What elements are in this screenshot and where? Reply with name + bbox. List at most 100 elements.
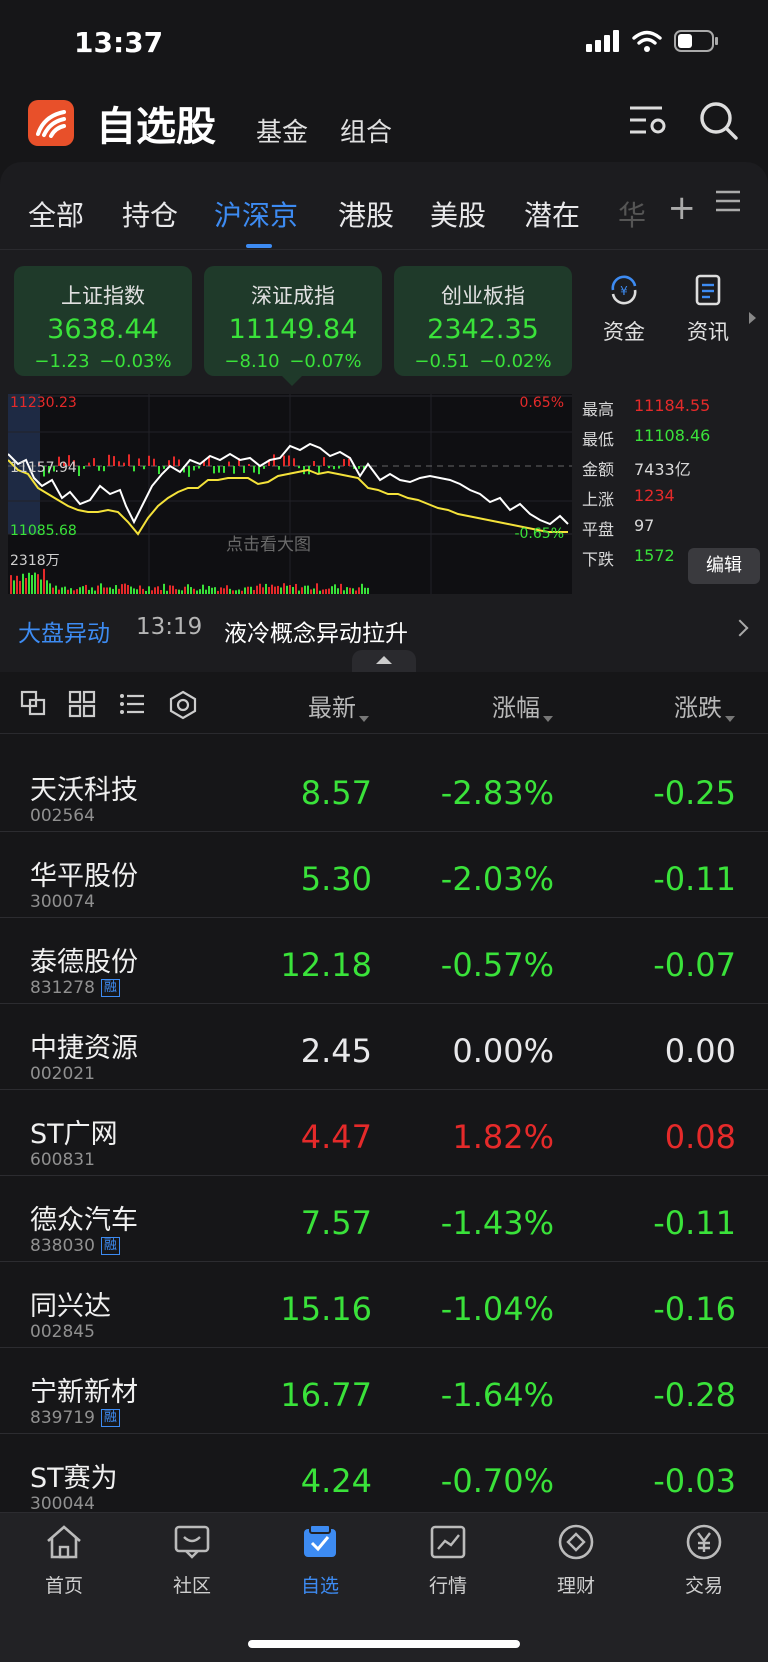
chart-overlay-hint: 点击看大图 xyxy=(226,535,311,555)
stock-change: -0.11 xyxy=(653,1204,736,1242)
volume-bar xyxy=(22,573,24,594)
nav-community[interactable]: 社区 xyxy=(128,1523,256,1598)
tab-combo[interactable]: 组合 xyxy=(340,112,392,149)
volume-bar xyxy=(151,590,153,594)
menu-icon[interactable] xyxy=(716,190,740,212)
index-card-shenzhen[interactable]: 深证成指 11149.84 −8.10 −0.07% xyxy=(204,266,382,376)
news-shortcut[interactable]: 资讯 xyxy=(678,274,738,346)
tab-hk-stocks[interactable]: 港股 xyxy=(338,194,394,234)
target-icon[interactable] xyxy=(168,690,198,720)
tab-all[interactable]: 全部 xyxy=(28,194,84,234)
market-alert-bar[interactable]: 大盘异动 13:19 液冷概念异动拉升 xyxy=(0,604,768,654)
price-tick xyxy=(358,466,360,469)
nav-home[interactable]: 首页 xyxy=(0,1523,128,1598)
table-row[interactable]: 天沃科技 002564 8.57 -2.83% -0.25 xyxy=(0,746,768,832)
volume-bar xyxy=(118,588,120,594)
stock-pct: -0.57% xyxy=(440,946,554,984)
sort-latest[interactable]: 最新 xyxy=(308,688,369,723)
list-view-icon[interactable] xyxy=(118,690,146,718)
nav-wealth[interactable]: 理财 xyxy=(512,1523,640,1598)
news-doc-icon xyxy=(695,274,721,306)
intraday-chart[interactable]: 点击看大图 11230.23 11157.94 11085.68 0.65% -… xyxy=(8,394,572,594)
table-row[interactable]: ST赛为 300044 4.24 -0.70% -0.03 xyxy=(0,1434,768,1520)
volume-bar xyxy=(325,589,327,594)
volume-bar xyxy=(97,585,99,594)
sort-chg[interactable]: 涨跌 xyxy=(674,688,735,723)
index-name: 创业板指 xyxy=(441,284,525,308)
price-tick xyxy=(348,458,350,466)
stock-code: 831278 融 xyxy=(30,978,120,998)
battery-icon xyxy=(674,30,718,52)
volume-bar xyxy=(139,585,141,594)
volume-bar xyxy=(217,590,219,594)
volume-bar xyxy=(10,575,12,594)
price-tick xyxy=(328,466,330,469)
news-label: 资讯 xyxy=(687,320,729,344)
stock-name: 泰德股份 xyxy=(30,947,138,978)
index-card-shanghai[interactable]: 上证指数 3638.44 −1.23 −0.03% xyxy=(14,266,192,376)
nav-label: 理财 xyxy=(556,1575,595,1597)
volume-bar xyxy=(100,583,102,594)
stock-code: 838030 融 xyxy=(30,1236,120,1256)
volume-bar xyxy=(88,589,90,594)
tab-holdings[interactable]: 持仓 xyxy=(122,194,178,234)
table-row[interactable]: 中捷资源 002021 2.45 0.00% 0.00 xyxy=(0,1004,768,1090)
funds-shortcut[interactable]: ¥ 资金 xyxy=(594,274,654,346)
price-tick xyxy=(198,466,200,469)
search-icon[interactable] xyxy=(698,100,740,142)
price-tick xyxy=(188,466,190,477)
tab-fund[interactable]: 基金 xyxy=(256,112,308,149)
app-header: 自选股 基金 组合 xyxy=(0,90,768,156)
volume-bar xyxy=(31,575,33,594)
volume-bar xyxy=(19,580,21,594)
stock-change: -0.16 xyxy=(653,1290,736,1328)
volume-bar xyxy=(37,574,39,594)
table-row[interactable]: ST广网 600831 4.47 1.82% 0.08 xyxy=(0,1090,768,1176)
volume-bar xyxy=(106,587,108,594)
table-row[interactable]: 宁新新材 839719 融 16.77 -1.64% -0.28 xyxy=(0,1348,768,1434)
volume-bar xyxy=(28,572,30,594)
card-view-icon[interactable] xyxy=(20,690,48,718)
tab-us-stocks[interactable]: 美股 xyxy=(430,194,486,234)
table-row[interactable]: 同兴达 002845 15.16 -1.04% -0.16 xyxy=(0,1262,768,1348)
price-tick xyxy=(283,455,285,466)
volume-bar xyxy=(262,587,264,594)
table-row[interactable]: 德众汽车 838030 融 7.57 -1.43% -0.11 xyxy=(0,1176,768,1262)
nav-market[interactable]: 行情 xyxy=(384,1523,512,1598)
active-tab-indicator xyxy=(246,244,272,248)
volume-bar xyxy=(307,585,309,594)
tab-shanghai-shenzhen-beijing[interactable]: 沪深京 xyxy=(214,194,298,234)
price-tick xyxy=(108,454,110,466)
table-row[interactable]: 泰德股份 831278 融 12.18 -0.57% -0.07 xyxy=(0,918,768,1004)
price-tick xyxy=(163,466,165,469)
volume-bar xyxy=(232,590,234,594)
add-group-icon[interactable]: + xyxy=(668,188,697,228)
tab-more-partial[interactable]: 华 xyxy=(618,194,646,234)
nav-trade[interactable]: 交易 xyxy=(640,1523,768,1598)
scroll-right-icon[interactable] xyxy=(749,312,756,324)
stock-name: ST赛为 xyxy=(30,1463,118,1494)
price-tick xyxy=(138,458,140,466)
collapse-panel-button[interactable] xyxy=(352,650,416,672)
grid-view-icon[interactable] xyxy=(68,690,96,718)
chevron-right-icon xyxy=(731,619,749,637)
tab-potential[interactable]: 潜在 xyxy=(524,194,580,234)
volume-bar xyxy=(364,587,366,594)
volume-bar xyxy=(280,587,282,594)
stock-price: 7.57 xyxy=(300,1204,372,1242)
volume-bar xyxy=(16,575,18,594)
market-panel: 全部 持仓 沪深京 港股 美股 潜在 华 + 上证指数 3638.44 −1.2… xyxy=(0,162,768,672)
volume-bar xyxy=(199,589,201,594)
list-settings-icon[interactable] xyxy=(628,102,668,138)
sort-pct[interactable]: 涨幅 xyxy=(492,688,553,723)
yen-icon xyxy=(686,1524,722,1560)
edit-button[interactable]: 编辑 xyxy=(688,548,760,584)
table-row[interactable]: 华平股份 300074 5.30 -2.03% -0.11 xyxy=(0,832,768,918)
index-card-chinext[interactable]: 创业板指 2342.35 −0.51 −0.02% xyxy=(394,266,572,376)
market-tabs: 全部 持仓 沪深京 港股 美股 潜在 华 + xyxy=(0,162,768,250)
stock-code: 002564 xyxy=(30,806,95,826)
price-tick xyxy=(243,466,245,473)
nav-watchlist[interactable]: 自选 xyxy=(256,1523,384,1598)
volume-bar xyxy=(358,587,360,594)
index-name: 深证成指 xyxy=(251,284,335,308)
